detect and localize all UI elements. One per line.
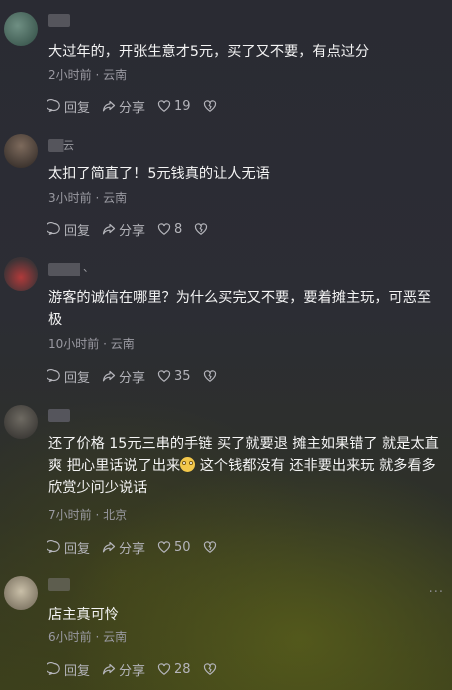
share-button[interactable]: 分享 bbox=[102, 220, 145, 239]
comment-text: 游客的诚信在哪里？为什么买完又不要，要着摊主玩，可恶至极 bbox=[48, 290, 432, 328]
reply-button[interactable]: 回复 bbox=[47, 660, 90, 679]
broken-heart-icon bbox=[203, 663, 216, 675]
avatar[interactable] bbox=[4, 257, 38, 291]
heart-icon bbox=[157, 223, 171, 235]
comment-actions: 回复 分享 28 bbox=[47, 660, 232, 679]
comment-meta: 2小时前 · 云南 bbox=[48, 68, 128, 82]
comment-actions: 回复 分享 35 bbox=[47, 367, 232, 386]
reply-label: 回复 bbox=[64, 370, 91, 386]
share-label: 分享 bbox=[119, 663, 146, 679]
share-icon bbox=[102, 663, 116, 675]
share-label: 分享 bbox=[119, 100, 146, 116]
dislike-button[interactable] bbox=[203, 99, 220, 113]
username-blurred[interactable] bbox=[48, 578, 70, 591]
comment-meta: 7小时前 · 北京 bbox=[48, 508, 128, 522]
reply-label: 回复 bbox=[64, 541, 91, 557]
dislike-button[interactable] bbox=[203, 662, 220, 676]
share-icon bbox=[102, 223, 116, 235]
share-icon bbox=[102, 100, 116, 112]
reply-icon bbox=[47, 540, 60, 554]
like-count: 50 bbox=[174, 539, 191, 555]
heart-icon bbox=[157, 541, 171, 553]
reply-icon bbox=[47, 99, 60, 113]
like-count: 35 bbox=[174, 368, 191, 384]
share-button[interactable]: 分享 bbox=[102, 538, 145, 557]
like-button[interactable]: 35 bbox=[157, 369, 191, 384]
reply-icon bbox=[47, 222, 60, 236]
like-button[interactable]: 28 bbox=[157, 662, 191, 677]
comment-actions: 回复 分享 19 bbox=[47, 97, 232, 116]
comment-meta: 6小时前 · 云南 bbox=[48, 630, 128, 644]
dislike-button[interactable] bbox=[203, 540, 220, 554]
like-button[interactable]: 8 bbox=[157, 222, 182, 237]
comment-text: 店主真可怜 bbox=[48, 607, 119, 623]
comment-text: 大过年的，开张生意才5元，买了又不要，有点过分 bbox=[48, 44, 370, 60]
comment-text: 还了价格 15元三串的手链 买了就要退 摊主如果错了 就是太直爽 把心里话说了出… bbox=[48, 433, 442, 499]
reply-label: 回复 bbox=[64, 100, 91, 116]
heart-icon bbox=[157, 100, 171, 112]
reply-icon bbox=[47, 662, 60, 676]
reply-label: 回复 bbox=[64, 663, 91, 679]
share-icon bbox=[102, 541, 116, 553]
username-text: 云 bbox=[63, 139, 74, 152]
share-button[interactable]: 分享 bbox=[102, 660, 145, 679]
heart-icon bbox=[157, 663, 171, 675]
dislike-button[interactable] bbox=[194, 222, 211, 236]
username[interactable]: 、 bbox=[48, 261, 94, 276]
username-text: 、 bbox=[83, 261, 94, 274]
comment-actions: 回复 分享 8 bbox=[47, 220, 223, 239]
like-button[interactable]: 19 bbox=[157, 99, 191, 114]
like-count: 28 bbox=[174, 661, 191, 677]
like-button[interactable]: 50 bbox=[157, 540, 191, 555]
avatar[interactable] bbox=[4, 576, 38, 610]
reply-button[interactable]: 回复 bbox=[47, 220, 90, 239]
reply-button[interactable]: 回复 bbox=[47, 538, 90, 557]
heart-icon bbox=[157, 370, 171, 382]
avatar[interactable] bbox=[4, 12, 38, 46]
flushed-emoji-icon bbox=[180, 457, 196, 472]
more-options-button[interactable]: ··· bbox=[429, 585, 444, 600]
share-label: 分享 bbox=[119, 541, 146, 557]
dislike-button[interactable] bbox=[203, 369, 220, 383]
share-label: 分享 bbox=[119, 223, 146, 239]
share-icon bbox=[102, 370, 116, 382]
broken-heart-icon bbox=[203, 541, 216, 553]
username[interactable]: 云 bbox=[48, 139, 74, 152]
reply-button[interactable]: 回复 bbox=[47, 367, 90, 386]
comment-meta: 10小时前 · 云南 bbox=[48, 337, 135, 351]
username-blurred[interactable] bbox=[48, 14, 70, 27]
like-count: 8 bbox=[174, 221, 183, 237]
username-blurred[interactable] bbox=[48, 409, 70, 422]
broken-heart-icon bbox=[203, 100, 216, 112]
comment-meta: 3小时前 · 云南 bbox=[48, 191, 128, 205]
comment-text: 太扣了简直了！5元钱真的让人无语 bbox=[48, 166, 270, 182]
avatar[interactable] bbox=[4, 405, 38, 439]
broken-heart-icon bbox=[195, 223, 208, 235]
reply-icon bbox=[47, 369, 60, 383]
share-button[interactable]: 分享 bbox=[102, 97, 145, 116]
comment-actions: 回复 分享 50 bbox=[47, 538, 232, 557]
broken-heart-icon bbox=[203, 370, 216, 382]
reply-label: 回复 bbox=[64, 223, 91, 239]
like-count: 19 bbox=[174, 98, 191, 114]
avatar[interactable] bbox=[4, 134, 38, 168]
share-label: 分享 bbox=[119, 370, 146, 386]
reply-button[interactable]: 回复 bbox=[47, 97, 90, 116]
share-button[interactable]: 分享 bbox=[102, 367, 145, 386]
